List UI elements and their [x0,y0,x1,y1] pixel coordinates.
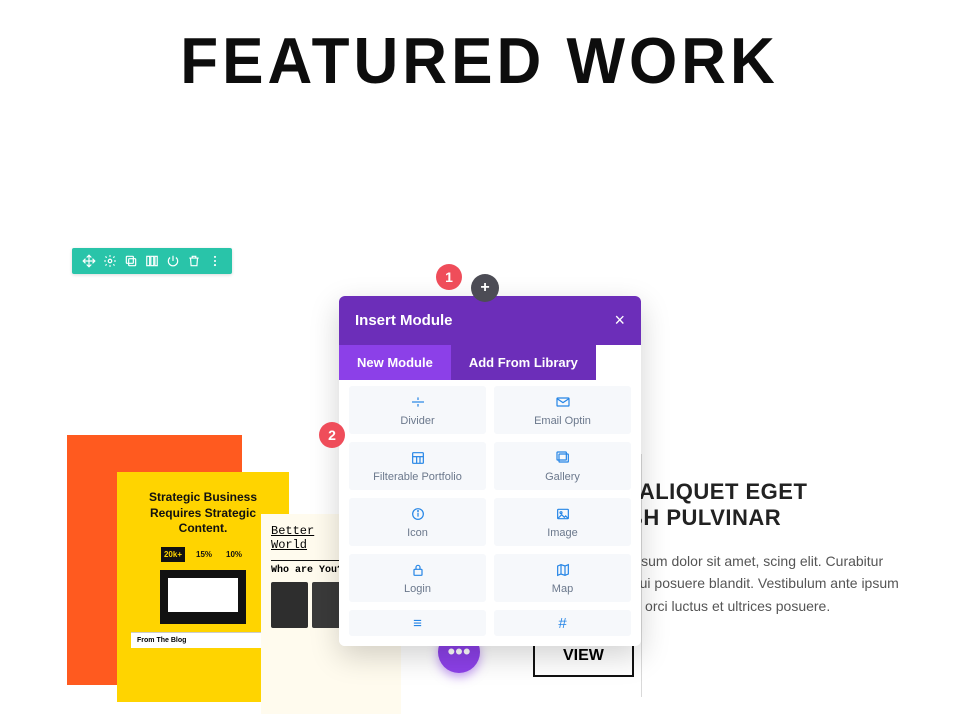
module-label: Gallery [545,471,580,483]
module-image[interactable]: Image [494,498,631,546]
module-label: Image [547,527,578,539]
close-icon[interactable]: × [614,310,625,331]
module-gallery[interactable]: Gallery [494,442,631,490]
module-label: Filterable Portfolio [373,471,462,483]
tab-new-module[interactable]: New Module [339,345,451,380]
step-badge-1: 1 [436,264,462,290]
stat: 15% [193,547,215,562]
lock-icon [410,562,426,581]
module-label: Divider [400,415,434,427]
power-icon[interactable] [166,254,180,268]
grid-icon [410,450,426,469]
module-grid: Divider Email Optin Filterable Portfolio… [339,380,641,646]
page-title: FEATURED WORK [0,24,959,99]
module-filterable-portfolio[interactable]: Filterable Portfolio [349,442,486,490]
modal-header: Insert Module × [339,296,641,345]
hash-icon: # [558,616,566,631]
yellow-card-stats: 20k+ 15% 10% [131,547,275,562]
menu-icon: ≡ [413,616,422,631]
module-more-left[interactable]: ≡ [349,610,486,636]
module-icon[interactable]: Icon [349,498,486,546]
yellow-card-title: Strategic Business Requires Strategic Co… [131,490,275,537]
modal-tabs: New Module Add From Library [339,345,641,380]
email-icon [555,394,571,413]
dots-icon[interactable] [208,254,222,268]
circle-i-icon [410,506,426,525]
module-login[interactable]: Login [349,554,486,602]
stat: 20k+ [161,547,185,562]
module-email-optin[interactable]: Email Optin [494,386,631,434]
module-more-right[interactable]: # [494,610,631,636]
image-icon [555,506,571,525]
module-label: Icon [407,527,428,539]
trash-icon[interactable] [187,254,201,268]
yellow-blog-label: From The Blog [131,632,275,648]
move-icon[interactable] [82,254,96,268]
insert-module-modal: Insert Module × New Module Add From Libr… [339,296,641,646]
module-divider[interactable]: Divider [349,386,486,434]
divider-icon [410,394,426,413]
module-label: Map [552,583,573,595]
row-toolbar[interactable] [72,248,232,274]
map-icon [555,562,571,581]
step-badge-2: 2 [319,422,345,448]
stat: 10% [223,547,245,562]
laptop-illustration [160,570,246,624]
modal-title: Insert Module [355,312,453,329]
image-multi-icon [555,450,571,469]
add-module-button[interactable]: + [471,274,499,302]
tab-add-from-library[interactable]: Add From Library [451,345,596,380]
module-label: Email Optin [534,415,591,427]
gear-icon[interactable] [103,254,117,268]
module-label: Login [404,583,431,595]
column-divider [641,454,642,697]
columns-icon[interactable] [145,254,159,268]
mini-card [271,582,308,628]
duplicate-icon[interactable] [124,254,138,268]
module-map[interactable]: Map [494,554,631,602]
